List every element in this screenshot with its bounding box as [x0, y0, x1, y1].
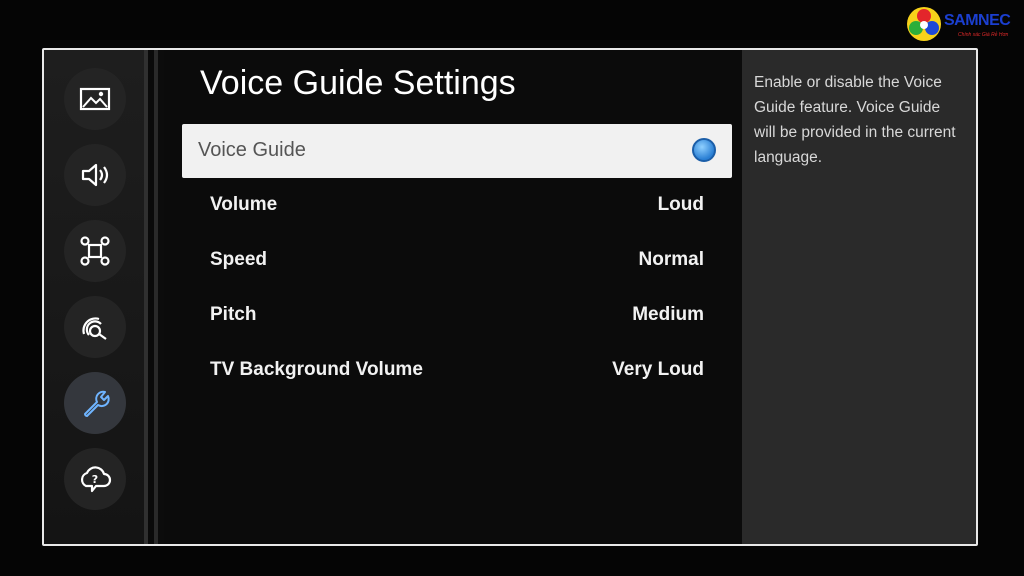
sidebar-item-support[interactable]: ?	[64, 448, 126, 510]
list-item-value: Medium	[632, 304, 704, 325]
toggle-on-indicator[interactable]	[692, 138, 716, 162]
voice-guide-label: Voice Guide	[198, 139, 306, 161]
settings-list: Voice Guide Settings Voice Guide Volume …	[164, 50, 742, 544]
list-item-label: Pitch	[210, 304, 257, 325]
list-item-label: TV Background Volume	[210, 359, 423, 380]
broadcasting-icon	[80, 236, 110, 266]
logo-text: SAMNEC	[944, 12, 1011, 29]
brand-logo: SAMNEC Chính xác Giá Rẻ Hơn	[906, 4, 1016, 44]
help-panel: Enable or disable the Voice Guide featur…	[742, 50, 976, 544]
sidebar-item-picture[interactable]	[64, 68, 126, 130]
list-item-label: Speed	[210, 249, 268, 270]
svg-text:?: ?	[92, 473, 98, 486]
help-description: Enable or disable the Voice Guide featur…	[754, 74, 956, 166]
support-icon: ?	[80, 466, 112, 493]
list-item-label: Volume	[210, 194, 278, 215]
sidebar-item-network[interactable]	[64, 296, 126, 358]
sound-icon	[81, 163, 109, 187]
logo-mark-icon	[907, 7, 941, 41]
voice-guide-toggle-item[interactable]: Voice Guide	[182, 124, 732, 178]
list-item-value: Normal	[638, 249, 704, 270]
picture-icon	[79, 87, 111, 111]
list-item-volume[interactable]: Volume Loud	[210, 194, 704, 224]
network-icon	[82, 317, 107, 340]
sidebar-item-general[interactable]	[64, 372, 126, 434]
list-item-pitch[interactable]: Pitch Medium	[210, 304, 704, 334]
list-item-value: Very Loud	[612, 359, 704, 380]
tv-settings-panel: ? Voice Guide Settings Voice Guide Volum…	[42, 48, 978, 546]
list-item-tv-background-volume[interactable]: TV Background Volume Very Loud	[210, 359, 704, 389]
list-item-speed[interactable]: Speed Normal	[210, 249, 704, 279]
general-icon	[84, 390, 110, 417]
sidebar-item-broadcasting[interactable]	[64, 220, 126, 282]
logo-tagline: Chính xác Giá Rẻ Hơn	[958, 32, 1009, 38]
settings-sidebar: ?	[44, 50, 144, 544]
sidebar-item-sound[interactable]	[64, 144, 126, 206]
page-title: Voice Guide Settings	[200, 64, 516, 102]
list-item-value: Loud	[657, 194, 704, 215]
